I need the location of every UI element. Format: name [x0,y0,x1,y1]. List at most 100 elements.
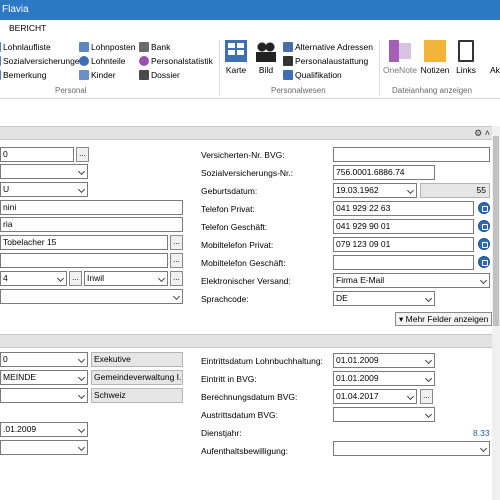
ribbon-item-lohnposten[interactable]: Lohnposten [79,41,135,53]
insurance-icon [0,56,1,66]
label-sozialversicherungs-nr: Sozialversicherungs-Nr.: [201,168,294,178]
list-icon [0,42,1,52]
ribbon-item-bemerkung[interactable]: Bemerkung [0,69,46,81]
language-dropdown[interactable]: U [0,182,88,197]
more-fields-button[interactable]: ▾ Mehr Felder anzeigen [395,312,493,326]
dossier-icon [139,70,149,80]
picture-icon [255,40,277,62]
department-name-field: Gemeindeverwaltung I... [91,370,183,385]
tab-bericht[interactable]: BERICHT [9,23,46,33]
label-sprachcode: Sprachcode: [201,294,249,304]
label-eintrittsdatum-lohnbuchhaltung: Eintrittsdatum Lohnbuchhaltung: [201,356,323,366]
salary-parts-icon [79,56,89,66]
collapse-icon[interactable]: ⚙ ˄ [474,128,490,139]
label-aufenthaltsbewilligung: Aufenthaltsbewilligung: [201,446,288,456]
more-icon [492,40,500,62]
ribbon-button-links[interactable]: Links [454,40,478,75]
notes-icon [424,40,446,62]
address-lookup-button[interactable]: ... [170,253,183,268]
language-code-dropdown[interactable]: DE [333,291,435,306]
personal-number-field[interactable]: 0 [0,147,74,162]
ribbon-item-lohnlaufliste[interactable]: Lohnlaufliste [0,41,51,53]
links-icon [458,40,474,62]
ribbon-item-qualifikation[interactable]: Qualifikation [283,69,342,81]
label-berechnungsdatum-bvg: Berechnungsdatum BVG: [201,392,298,402]
mobile-private-field[interactable]: 079 123 09 01 [333,237,474,252]
title-bar: Flavia [0,0,500,20]
phone-business-field[interactable]: 041 929 90 01 [333,219,474,234]
label-elektronischer-versand: Elektronischer Versand: [201,276,291,286]
statistics-icon [139,56,149,66]
electronic-dispatch-dropdown[interactable]: Firma E-Mail [333,273,490,288]
zip-dropdown[interactable]: 4 [0,271,67,286]
ribbon-button-notizen[interactable]: Notizen [419,40,451,75]
phone-private-field[interactable]: 041 929 22 63 [333,201,474,216]
phone-icon[interactable] [478,256,490,268]
section-header-employment [0,334,500,348]
function-name-field: Exekutive [91,352,183,367]
function-dropdown[interactable]: 0 [0,352,88,367]
entry-date-field[interactable]: .01.2009 [0,422,88,437]
ribbon-item-kinder[interactable]: Kinder [79,69,116,81]
country-dropdown[interactable] [0,289,183,304]
service-years-value: 8.33 [473,428,490,438]
phone-icon[interactable] [478,202,490,214]
section-header-personal: ⚙ ˄ [0,126,500,140]
ribbon-item-personalaustattung[interactable]: Personalaustattung [283,55,368,67]
mobile-business-field[interactable] [333,255,474,270]
ribbon-button-bild[interactable]: Bild [255,40,277,75]
nationality-dropdown[interactable] [0,388,88,403]
ribbon-button-karte[interactable]: Karte [224,40,248,75]
zip-lookup-button[interactable]: ... [69,271,82,286]
residence-permit-dropdown[interactable] [333,441,490,456]
scrollbar-thumb[interactable] [493,136,499,326]
ribbon-item-personalstatistik[interactable]: Personalstatistik [139,55,213,67]
ribbon-item-lohnteile[interactable]: Lohnteile [79,55,126,67]
payroll-entry-date-field[interactable]: 01.01.2009 [333,353,435,368]
department-dropdown[interactable]: MEINDE [0,370,88,385]
chevron-down-icon: ▾ [399,314,406,324]
label-telefon-privat: Telefon Privat: [201,204,255,214]
label-telefon-geschaeft: Telefon Geschäft: [201,222,268,232]
employment-type-dropdown[interactable] [0,440,88,455]
phone-icon[interactable] [478,220,490,232]
ribbon-item-bank[interactable]: Bank [139,41,170,53]
ribbon-item-sozialversicherungen[interactable]: Sozialversicherungen [0,55,84,67]
age-field: 55 [420,183,490,198]
city-lookup-button[interactable]: ... [170,271,183,286]
group-label-dateianhang: Dateianhang anzeigen [392,86,473,95]
ribbon-button-onenote[interactable]: OneNote [382,40,418,75]
last-name-field[interactable]: nini [0,200,183,215]
ahv-number-field[interactable]: 756.0001.6886.74 [333,165,435,180]
ribbon-item-dossier[interactable]: Dossier [139,69,180,81]
onenote-icon [389,40,411,62]
street-lookup-button[interactable]: ... [170,235,183,250]
ribbon-item-alternative-adressen[interactable]: Alternative Adressen [283,41,373,53]
bvg-entry-date-field[interactable]: 01.01.2009 [333,371,435,386]
birthdate-field[interactable]: 19.03.1962 [333,183,417,198]
salutation-dropdown[interactable] [0,164,88,179]
street-field[interactable]: Tobelacher 15 [0,235,168,250]
bvg-exit-date-field[interactable] [333,407,435,422]
versicherten-nr-field[interactable] [333,147,490,162]
window-title: Flavia [2,4,29,15]
label-austrittsdatum-bvg: Austrittsdatum BVG: [201,410,278,420]
children-icon [79,70,89,80]
group-label-personalwesen: Personalwesen [271,86,326,95]
group-label-personal: Personal [55,86,87,95]
equipment-icon [283,56,293,66]
bvg-lookup-button[interactable]: ... [420,389,433,404]
nationality-name-field: Schweiz [91,388,183,403]
addresses-icon [283,42,293,52]
lookup-button[interactable]: ... [76,147,89,162]
label-mobil-privat: Mobiltelefon Privat: [201,240,274,250]
ribbon-button-more[interactable]: Ak [490,40,500,75]
ribbon-separator [219,40,220,96]
phone-icon[interactable] [478,238,490,250]
label-dienstjahr: Dienstjahr: [201,428,242,438]
first-name-field[interactable]: ria [0,217,183,232]
label-geburtsdatum: Geburtsdatum: [201,186,258,196]
bvg-calculation-date-field[interactable]: 01.04.2017 [333,389,417,404]
address-extra-field[interactable] [0,253,168,268]
city-dropdown[interactable]: Inwil [84,271,168,286]
